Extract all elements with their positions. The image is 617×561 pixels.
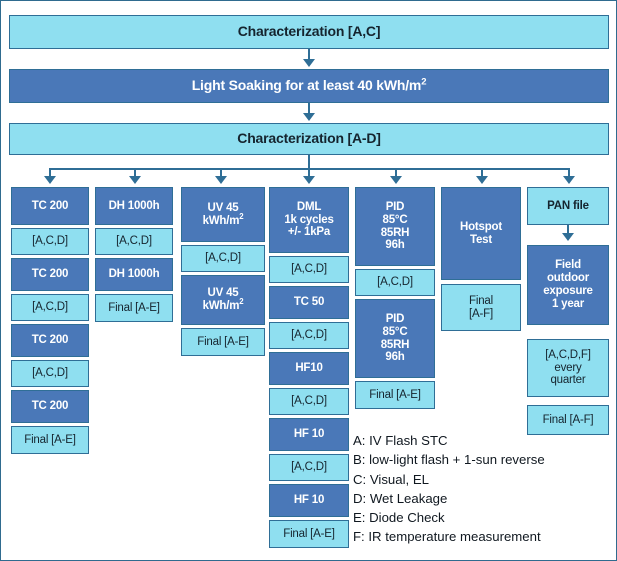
box-label: HF 10 — [293, 494, 325, 507]
box-label: PID 85°C 85RH 96h — [380, 312, 410, 364]
box-label: Final [A-E] — [24, 433, 76, 446]
box-dh1000h-2: DH 1000h — [95, 258, 173, 291]
legend: A: IV Flash STC B: low-light flash + 1-s… — [353, 431, 611, 547]
box-label: TC 200 — [31, 268, 69, 281]
superscript: 2 — [239, 297, 244, 307]
box-check-acd: [A,C,D] — [355, 269, 435, 296]
box-label: Final [A-E] — [108, 301, 160, 314]
box-label: Final [A-E] — [197, 335, 249, 348]
connector-arrow-icon — [215, 176, 227, 184]
box-label: [A,C,D] — [116, 235, 152, 248]
superscript: 2 — [421, 76, 427, 88]
box-label: HF10 — [295, 362, 323, 375]
box-label: PAN file — [547, 199, 589, 212]
box-label: Final [A-F] — [469, 294, 493, 320]
box-label: UV 45 kWh/m2 — [202, 201, 244, 227]
box-final-ae: Final [A-E] — [355, 381, 435, 409]
box-label: TC 50 — [293, 296, 325, 309]
box-check-acd: [A,C,D] — [95, 228, 173, 255]
box-label: TC 200 — [31, 199, 69, 212]
box-hf10-2: HF 10 — [269, 418, 349, 451]
box-label: [A,C,D] — [291, 461, 327, 474]
box-check-acd: [A,C,D] — [181, 245, 265, 272]
box-label: [A,C,D] — [291, 263, 327, 276]
box-uv45-1: UV 45 kWh/m2 — [181, 187, 265, 242]
box-field-outdoor-exposure: Field outdoor exposure 1 year — [527, 245, 609, 325]
box-label: Final [A-F] — [542, 413, 594, 426]
box-check-acd: [A,C,D] — [269, 256, 349, 283]
legend-item-f: F: IR temperature measurement — [353, 529, 541, 545]
connector-arrow-icon — [303, 113, 315, 121]
box-tc200-4: TC 200 — [11, 390, 89, 423]
box-tc200-2: TC 200 — [11, 258, 89, 291]
connector-arrow-icon — [476, 176, 488, 184]
box-label: Final [A-E] — [369, 388, 421, 401]
box-label: Characterization [A,C] — [237, 23, 381, 40]
flowchart-canvas: Characterization [A,C] Light Soaking for… — [0, 0, 617, 561]
legend-item-d: D: Wet Leakage — [353, 490, 448, 506]
box-label: Light Soaking for at least 40 kWh/m2 — [191, 76, 427, 94]
connector-arrow-icon — [303, 176, 315, 184]
box-label: Field outdoor exposure 1 year — [543, 259, 593, 310]
box-check-acd: [A,C,D] — [11, 360, 89, 387]
box-label: [A,C,D] — [291, 329, 327, 342]
connector-arrow-icon — [303, 59, 315, 67]
box-label: PID 85°C 85RH 96h — [380, 200, 410, 252]
box-characterization-2: Characterization [A-D] — [9, 123, 609, 155]
box-final-ae: Final [A-E] — [95, 294, 173, 322]
connector-line — [308, 155, 310, 169]
box-final-ae: Final [A-E] — [181, 328, 265, 356]
legend-item-b: B: low-light flash + 1-sun reverse — [353, 452, 545, 468]
box-label: [A,C,D] — [205, 252, 241, 265]
box-label: DH 1000h — [108, 268, 160, 281]
box-label: TC 200 — [31, 334, 69, 347]
box-final-ae: Final [A-E] — [269, 520, 349, 548]
box-label: [A,C,D] — [32, 301, 68, 314]
box-label: Hotspot Test — [459, 220, 503, 246]
box-label: DH 1000h — [108, 199, 160, 212]
superscript: 2 — [239, 211, 244, 221]
box-hf10-1: HF10 — [269, 352, 349, 385]
box-uv45-2: UV 45 kWh/m2 — [181, 275, 265, 325]
box-hotspot-test: Hotspot Test — [441, 187, 521, 280]
connector-arrow-icon — [390, 176, 402, 184]
box-check-acd: [A,C,D] — [269, 322, 349, 349]
box-check-acd: [A,C,D] — [269, 388, 349, 415]
box-label: [A,C,D] — [377, 276, 413, 289]
box-check-acd: [A,C,D] — [11, 228, 89, 255]
box-label: DML 1k cycles +/- 1kPa — [284, 200, 334, 239]
box-label: [A,C,D] — [32, 235, 68, 248]
box-tc200-1: TC 200 — [11, 187, 89, 225]
legend-item-e: E: Diode Check — [353, 510, 445, 526]
box-pid-1: PID 85°C 85RH 96h — [355, 187, 435, 266]
box-label: HF 10 — [293, 428, 325, 441]
legend-item-c: C: Visual, EL — [353, 471, 429, 487]
box-label: Characterization [A-D] — [237, 130, 381, 147]
box-label: TC 200 — [31, 400, 69, 413]
box-check-acd: [A,C,D] — [11, 294, 89, 321]
connector-arrow-icon — [563, 176, 575, 184]
box-tc50: TC 50 — [269, 286, 349, 319]
box-label: [A,C,D] — [32, 367, 68, 380]
box-label: [A,C,D] — [291, 395, 327, 408]
box-characterization-1: Characterization [A,C] — [9, 15, 609, 49]
connector-arrow-icon — [44, 176, 56, 184]
box-label: [A,C,D,F] every quarter — [545, 348, 591, 387]
box-pid-2: PID 85°C 85RH 96h — [355, 299, 435, 378]
box-final-ae: Final [A-E] — [11, 426, 89, 454]
connector-arrow-icon — [562, 233, 574, 241]
box-light-soaking: Light Soaking for at least 40 kWh/m2 — [9, 69, 609, 103]
legend-item-a: A: IV Flash STC — [353, 433, 448, 448]
box-dml: DML 1k cycles +/- 1kPa — [269, 187, 349, 253]
box-final-af: Final [A-F] — [441, 284, 521, 331]
box-tc200-3: TC 200 — [11, 324, 89, 357]
connector-arrow-icon — [129, 176, 141, 184]
box-label: Final [A-E] — [283, 527, 335, 540]
box-check-acd: [A,C,D] — [269, 454, 349, 481]
box-pan-file: PAN file — [527, 187, 609, 225]
box-dh1000h-1: DH 1000h — [95, 187, 173, 225]
box-label: UV 45 kWh/m2 — [202, 287, 244, 312]
box-check-acdf-quarterly: [A,C,D,F] every quarter — [527, 339, 609, 397]
box-hf10-3: HF 10 — [269, 484, 349, 517]
